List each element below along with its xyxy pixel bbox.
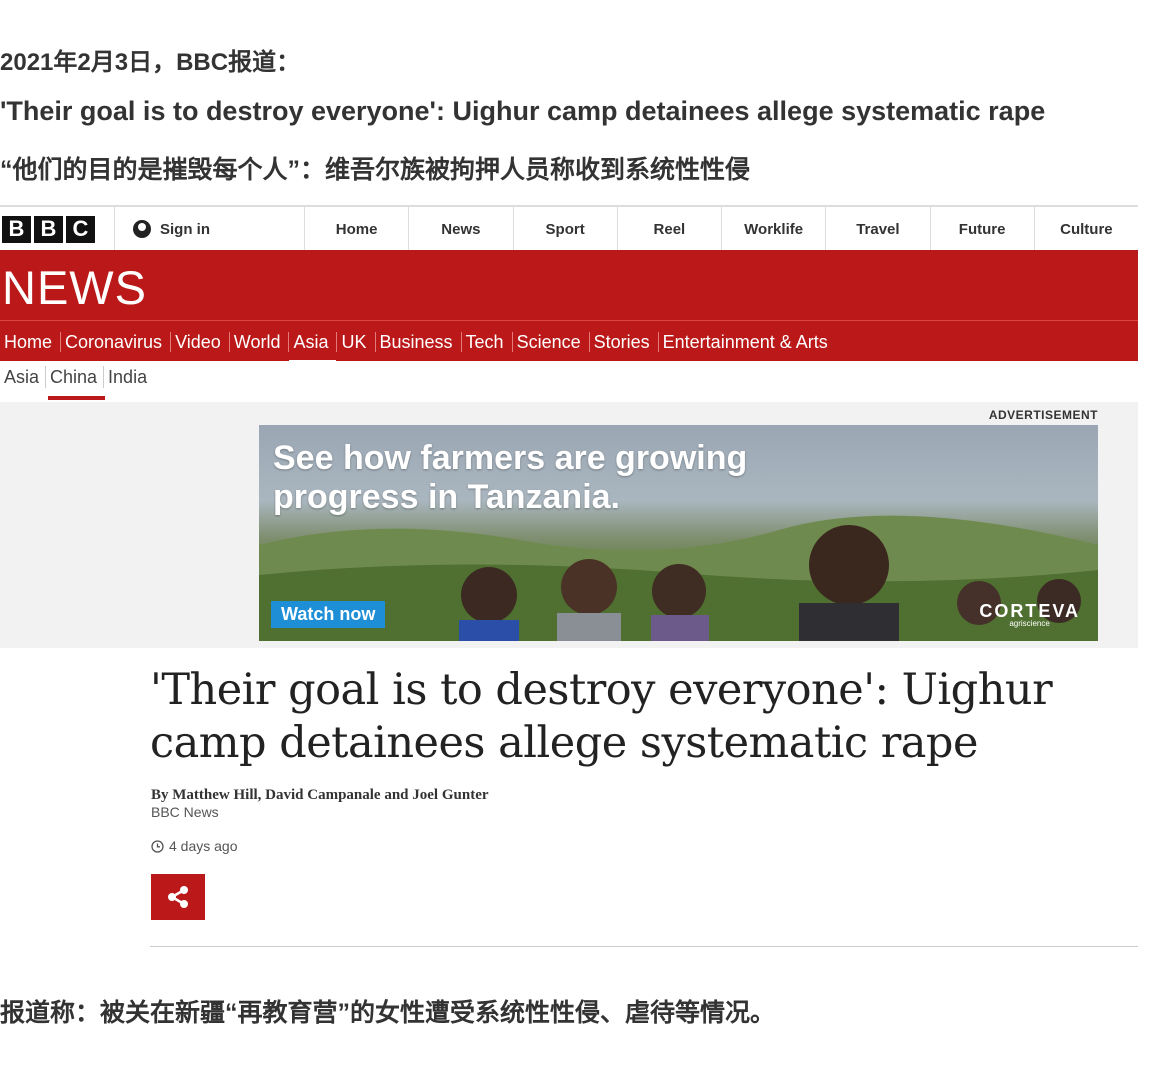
subnav-china[interactable]: China xyxy=(46,366,106,400)
news-nav-uk[interactable]: UK xyxy=(337,331,376,352)
ad-headline: See how farmers are growing progress in … xyxy=(273,439,747,517)
bbc-top-nav: Home News Sport Reel Worklife Travel Fut… xyxy=(305,207,1138,251)
intro-date-line: 2021年2月3日，BBC报道： xyxy=(0,49,301,76)
news-nav-coronavirus[interactable]: Coronavirus xyxy=(61,331,172,352)
advertisement-label: ADVERTISEMENT xyxy=(988,408,1098,422)
news-nav-science[interactable]: Science xyxy=(513,331,590,352)
corteva-brand: CORTEVA xyxy=(979,601,1080,621)
corteva-logo: CORTEVA agriscience xyxy=(979,601,1080,628)
share-button[interactable] xyxy=(151,874,205,920)
news-nav: Home Coronavirus Video World Asia UK Bus… xyxy=(0,320,1138,363)
news-nav-video[interactable]: Video xyxy=(171,331,230,352)
intro-chinese-title: “他们的目的是摧毁每个人”：维吾尔族被拘押人员称收到系统性性侵 xyxy=(0,156,751,184)
top-nav-news[interactable]: News xyxy=(409,207,514,251)
user-icon xyxy=(133,220,151,238)
asia-subnav: Asia China India xyxy=(0,366,153,400)
clock-icon xyxy=(151,839,164,853)
divider xyxy=(150,946,1138,947)
subnav-asia[interactable]: Asia xyxy=(0,366,47,388)
news-nav-entertainment[interactable]: Entertainment & Arts xyxy=(659,332,836,352)
top-nav-sport[interactable]: Sport xyxy=(514,207,618,251)
news-nav-world[interactable]: World xyxy=(230,331,290,352)
news-banner: NEWS Home Coronavirus Video World Asia U… xyxy=(0,250,1138,363)
bbc-logo-letter: B xyxy=(34,215,63,243)
top-nav-culture[interactable]: Culture xyxy=(1035,207,1138,251)
ad-line-1: See how farmers are growing xyxy=(273,439,748,477)
top-nav-home[interactable]: Home xyxy=(305,207,410,251)
top-nav-worklife[interactable]: Worklife xyxy=(722,207,827,251)
article-timestamp: 4 days ago xyxy=(151,838,238,854)
ad-line-2: progress in Tanzania. xyxy=(273,478,621,516)
top-nav-reel[interactable]: Reel xyxy=(618,207,722,251)
sign-in-link[interactable]: Sign in xyxy=(115,207,305,251)
bbc-logo-letter: B xyxy=(2,215,31,243)
intro-english-title: 'Their goal is to destroy everyone': Uig… xyxy=(0,96,1046,126)
bbc-top-bar: B B C Sign in Home News Sport Reel Workl… xyxy=(0,205,1138,252)
timestamp-text: 4 days ago xyxy=(169,838,238,854)
sign-in-label: Sign in xyxy=(160,220,210,238)
bbc-logo[interactable]: B B C xyxy=(0,207,115,251)
bbc-logo-letter: C xyxy=(66,215,95,243)
news-nav-home[interactable]: Home xyxy=(0,331,62,352)
article-org: BBC News xyxy=(151,804,219,820)
top-nav-future[interactable]: Future xyxy=(931,207,1035,251)
news-wordmark[interactable]: NEWS xyxy=(2,260,147,315)
news-nav-stories[interactable]: Stories xyxy=(590,331,659,352)
top-nav-travel[interactable]: Travel xyxy=(826,207,931,251)
ad-banner[interactable]: See how farmers are growing progress in … xyxy=(259,425,1098,641)
article-headline: 'Their goal is to destroy everyone': Uig… xyxy=(150,665,1053,768)
news-nav-business[interactable]: Business xyxy=(376,331,462,352)
subnav-india[interactable]: India xyxy=(104,366,153,388)
watch-now-button[interactable]: Watch now xyxy=(271,601,386,628)
news-nav-tech[interactable]: Tech xyxy=(462,331,513,352)
advertisement-area: ADVERTISEMENT See how farmers are growin… xyxy=(0,402,1138,648)
share-icon xyxy=(168,886,188,908)
outro-text: 报道称：被关在新疆“再教育营”的女性遭受系统性性侵、虐待等情况。 xyxy=(0,999,776,1027)
article-byline: By Matthew Hill, David Campanale and Joe… xyxy=(151,787,489,803)
news-nav-asia[interactable]: Asia xyxy=(289,331,338,363)
